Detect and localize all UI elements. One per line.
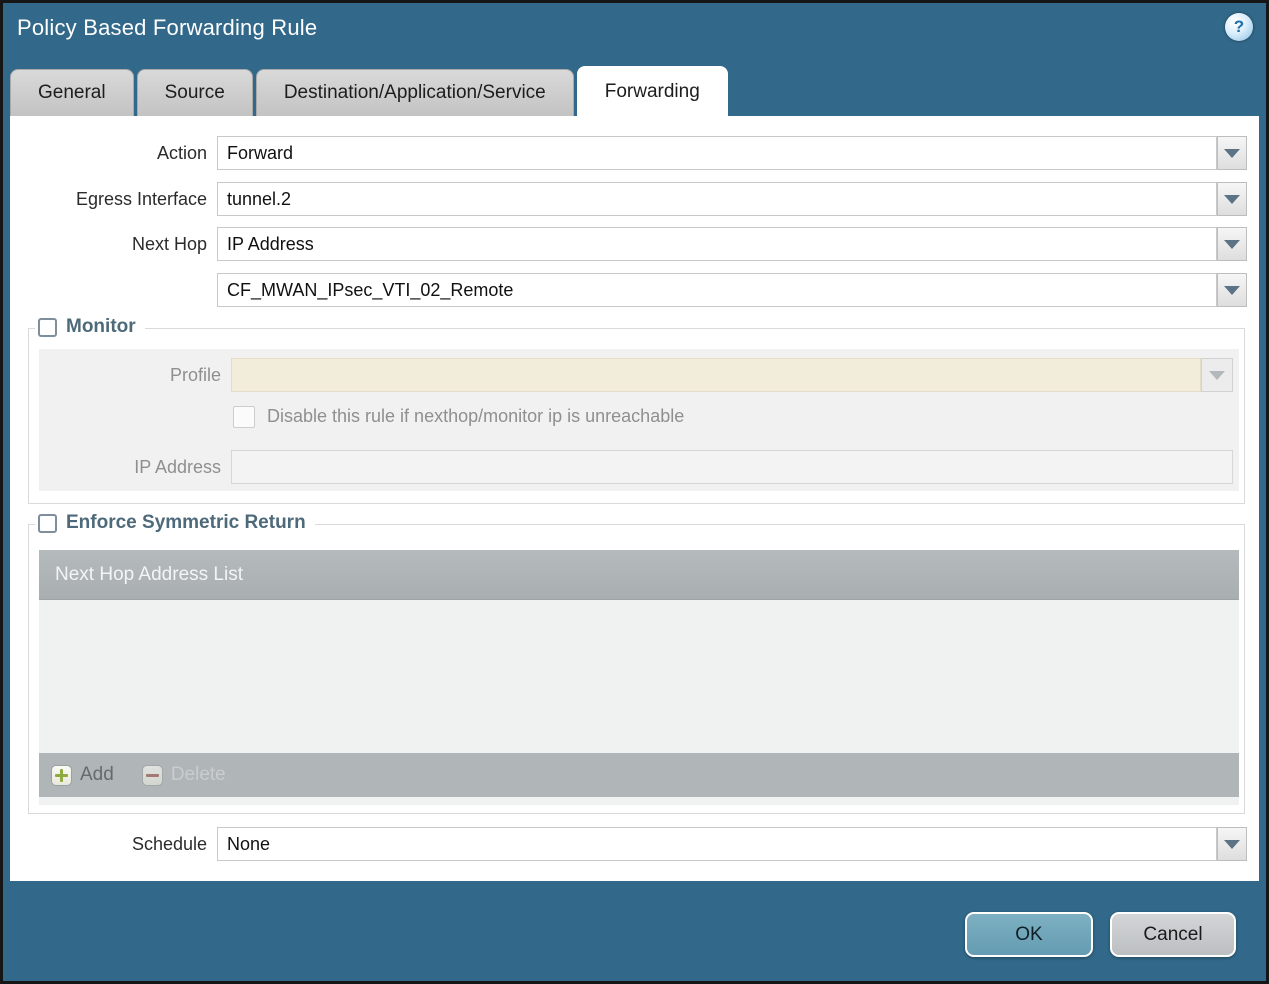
action-label: Action <box>156 143 207 163</box>
minus-icon <box>141 764 163 786</box>
next-hop-address-list-header: Next Hop Address List <box>39 550 1239 600</box>
tab-forwarding[interactable]: Forwarding <box>576 66 728 116</box>
monitor-legend: Monitor <box>35 316 145 338</box>
enforce-symmetric-return-legend: Enforce Symmetric Return <box>35 512 315 534</box>
profile-label: Profile <box>169 365 221 385</box>
next-hop-select[interactable]: IP Address <box>217 227 1217 261</box>
dropdown-arrow-icon <box>1224 285 1240 295</box>
enforce-symmetric-return-section: Enforce Symmetric Return Next Hop Addres… <box>28 512 1245 814</box>
next-hop-address-dropdown-button[interactable] <box>1217 273 1247 307</box>
table-bottom-strip <box>39 797 1239 805</box>
monitor-legend-label: Monitor <box>66 316 136 337</box>
next-hop-dropdown-button[interactable] <box>1217 227 1247 261</box>
help-glyph: ? <box>1233 17 1245 36</box>
enforce-symmetric-return-label: Enforce Symmetric Return <box>66 512 306 533</box>
next-hop-address-list-toolbar: Add Delete <box>39 753 1239 797</box>
tab-source[interactable]: Source <box>136 69 253 116</box>
tab-general[interactable]: General <box>10 69 134 116</box>
action-select[interactable]: Forward <box>217 136 1217 170</box>
dialog-body: Action Forward Egress Interface tunnel.2… <box>10 116 1259 881</box>
add-button[interactable]: Add <box>51 764 114 786</box>
egress-interface-dropdown-button[interactable] <box>1217 182 1247 216</box>
dropdown-arrow-icon <box>1224 194 1240 204</box>
next-hop-label: Next Hop <box>131 234 207 254</box>
monitor-section: Monitor Profile Disable this rule if nex… <box>28 316 1245 504</box>
monitor-checkbox[interactable] <box>38 317 57 337</box>
tab-destination-application-service[interactable]: Destination/Application/Service <box>255 69 574 116</box>
help-icon[interactable]: ? <box>1225 13 1253 41</box>
monitor-ip-address-label: IP Address <box>134 457 221 477</box>
egress-interface-select[interactable]: tunnel.2 <box>217 182 1217 216</box>
dialog-title: Policy Based Forwarding Rule <box>17 15 318 40</box>
plus-icon <box>51 764 72 786</box>
monitor-panel: Profile Disable this rule if nexthop/mon… <box>39 349 1239 491</box>
delete-button: Delete <box>141 764 226 786</box>
egress-interface-label: Egress Interface <box>75 189 207 209</box>
dropdown-arrow-icon <box>1224 239 1240 249</box>
dropdown-arrow-icon <box>1224 839 1240 849</box>
next-hop-address-table: Next Hop Address List Add Delete <box>39 550 1239 805</box>
disable-rule-checkbox <box>233 406 255 428</box>
dropdown-arrow-icon <box>1224 148 1240 158</box>
schedule-select[interactable]: None <box>217 827 1217 861</box>
cancel-button[interactable]: Cancel <box>1110 912 1236 957</box>
next-hop-address-list-body[interactable] <box>39 600 1239 753</box>
enforce-symmetric-return-checkbox[interactable] <box>38 513 57 533</box>
dropdown-arrow-icon <box>1209 370 1225 380</box>
profile-select <box>231 358 1201 392</box>
schedule-dropdown-button[interactable] <box>1217 827 1247 861</box>
next-hop-address-select[interactable]: CF_MWAN_IPsec_VTI_02_Remote <box>217 273 1217 307</box>
tab-strip: General Source Destination/Application/S… <box>10 66 1259 116</box>
profile-dropdown-button <box>1201 358 1233 392</box>
disable-rule-label: Disable this rule if nexthop/monitor ip … <box>267 406 685 426</box>
monitor-ip-address-input <box>231 450 1233 484</box>
ok-button[interactable]: OK <box>965 912 1093 957</box>
action-dropdown-button[interactable] <box>1217 136 1247 170</box>
schedule-label: Schedule <box>131 834 207 854</box>
